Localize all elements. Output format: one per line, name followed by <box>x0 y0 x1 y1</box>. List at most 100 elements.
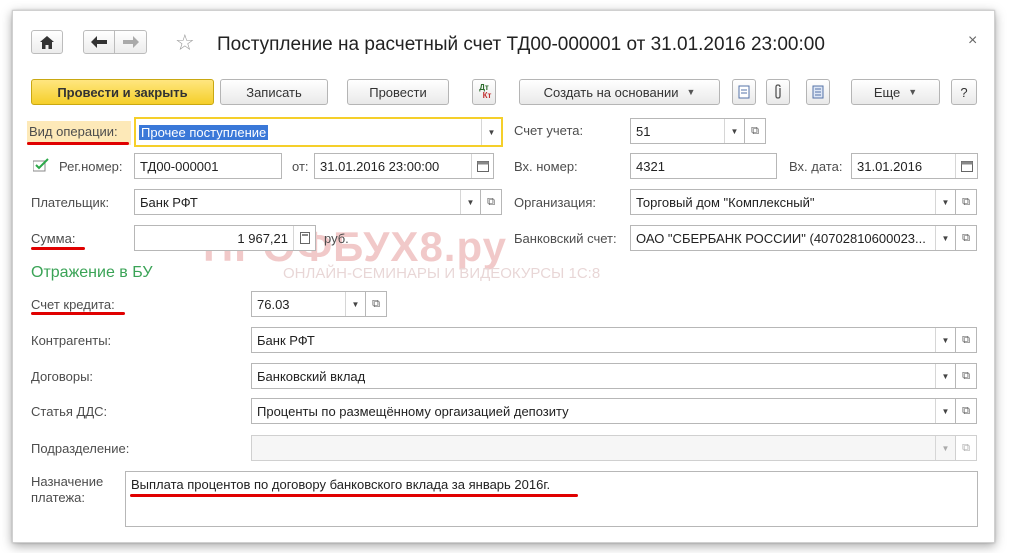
credit-account-open-button[interactable]: ⧉ <box>365 291 387 317</box>
dt-kt-button[interactable]: Дт Кт <box>472 79 496 105</box>
account-open-button[interactable]: ⧉ <box>744 118 766 144</box>
create-based-on-label: Создать на основании <box>543 84 679 100</box>
amount-label: Сумма: <box>31 231 76 246</box>
post-and-close-button[interactable]: Провести и закрыть <box>31 79 214 105</box>
contracts-value: Банковский вклад <box>257 368 366 384</box>
date-field[interactable]: 31.01.2016 23:00:00 <box>314 153 494 179</box>
counterparties-label: Контрагенты: <box>31 333 112 348</box>
bank-account-label: Банковский счет: <box>514 231 617 246</box>
arrow-right-icon <box>122 36 139 48</box>
organization-field[interactable]: Торговый дом "Комплексный" ▼ <box>630 189 956 215</box>
document-icon <box>738 85 750 99</box>
chevron-down-icon[interactable]: ▼ <box>460 190 480 214</box>
amount-field[interactable]: 1 967,21 <box>134 225 316 251</box>
home-icon <box>40 35 54 49</box>
operation-type-value: Прочее поступление <box>139 124 269 140</box>
chevron-down-icon: ▼ <box>908 87 918 97</box>
report-button[interactable] <box>806 79 830 105</box>
contracts-label: Договоры: <box>31 369 94 384</box>
organization-value: Торговый дом "Комплексный" <box>636 194 815 210</box>
payer-value: Банк РФТ <box>140 194 198 210</box>
in-number-field[interactable]: 4321 <box>630 153 777 179</box>
chevron-down-icon[interactable]: ▼ <box>345 292 365 316</box>
arrow-left-icon <box>91 36 107 48</box>
reg-number-value: ТД00-000001 <box>140 158 219 174</box>
calculator-icon[interactable] <box>293 226 315 250</box>
department-label: Подразделение: <box>31 441 130 456</box>
amount-value: 1 967,21 <box>237 230 288 246</box>
more-button[interactable]: Еще ▼ <box>851 79 940 105</box>
organization-label: Организация: <box>514 195 597 210</box>
counterparties-value: Банк РФТ <box>257 332 315 348</box>
in-number-label: Вх. номер: <box>514 159 578 174</box>
contracts-field[interactable]: Банковский вклад ▼ <box>251 363 956 389</box>
bank-account-field[interactable]: ОАО "СБЕРБАНК РОССИИ" (40702810600023...… <box>630 225 956 251</box>
reg-number-field[interactable]: ТД00-000001 <box>134 153 282 179</box>
purpose-label: Назначение платежа: <box>31 474 103 506</box>
calendar-icon[interactable] <box>955 154 977 178</box>
home-button[interactable] <box>31 30 63 54</box>
credit-account-label: Счет кредита: <box>31 297 115 312</box>
purpose-textarea[interactable]: Выплата процентов по договору банковског… <box>125 471 978 527</box>
chevron-down-icon[interactable]: ▼ <box>481 119 501 145</box>
operation-type-underline <box>27 142 129 145</box>
paperclip-icon <box>775 84 781 99</box>
amount-unit: руб. <box>324 231 349 246</box>
post-button[interactable]: Провести <box>347 79 449 105</box>
counterparties-field[interactable]: Банк РФТ ▼ <box>251 327 956 353</box>
save-button[interactable]: Записать <box>220 79 328 105</box>
favorite-star-icon[interactable]: ☆ <box>175 30 195 56</box>
create-based-on-button[interactable]: Создать на основании ▼ <box>519 79 720 105</box>
date-value: 31.01.2016 23:00:00 <box>320 158 440 174</box>
credit-account-field[interactable]: 76.03 ▼ <box>251 291 366 317</box>
list-icon <box>812 85 824 99</box>
payer-open-button[interactable]: ⧉ <box>480 189 502 215</box>
account-label: Счет учета: <box>514 123 584 138</box>
payer-label: Плательщик: <box>31 195 110 210</box>
close-icon[interactable]: × <box>968 32 977 50</box>
calendar-icon[interactable] <box>471 154 493 178</box>
counterparties-open-button[interactable]: ⧉ <box>955 327 977 353</box>
document-window: ☆ Поступление на расчетный счет ТД00-000… <box>12 10 995 543</box>
contracts-open-button[interactable]: ⧉ <box>955 363 977 389</box>
bank-account-open-button[interactable]: ⧉ <box>955 225 977 251</box>
in-date-field[interactable]: 31.01.2016 <box>851 153 978 179</box>
posted-checkmark-icon <box>32 158 49 175</box>
chevron-down-icon: ▼ <box>686 87 696 97</box>
chevron-down-icon[interactable]: ▼ <box>935 190 955 214</box>
purpose-label-line1: Назначение <box>31 474 104 489</box>
in-date-value: 31.01.2016 <box>857 158 923 174</box>
dds-item-value: Проценты по размещённому оргаизацией деп… <box>257 403 569 419</box>
bank-account-value: ОАО "СБЕРБАНК РОССИИ" (40702810600023... <box>636 230 926 246</box>
account-field[interactable]: 51 ▼ <box>630 118 745 144</box>
operation-type-select[interactable]: Прочее поступление ▼ <box>134 117 503 147</box>
payer-field[interactable]: Банк РФТ ▼ <box>134 189 481 215</box>
purpose-underline <box>130 494 578 497</box>
chevron-down-icon[interactable]: ▼ <box>935 364 955 388</box>
in-number-value: 4321 <box>636 158 665 174</box>
help-button[interactable]: ? <box>951 79 977 105</box>
chevron-down-icon[interactable]: ▼ <box>935 226 955 250</box>
account-value: 51 <box>636 123 651 139</box>
dds-item-field[interactable]: Проценты по размещённому оргаизацией деп… <box>251 398 956 424</box>
watermark-tagline: ОНЛАЙН-СЕМИНАРЫ И ВИДЕОКУРСЫ 1С:8 <box>283 265 601 282</box>
credit-account-value: 76.03 <box>257 296 290 312</box>
purpose-value: Выплата процентов по договору банковског… <box>131 477 551 492</box>
forward-button[interactable] <box>114 30 147 54</box>
chevron-down-icon[interactable]: ▼ <box>724 119 744 143</box>
print-button[interactable] <box>732 79 756 105</box>
amount-underline <box>31 247 85 250</box>
back-button[interactable] <box>83 30 115 54</box>
dds-item-open-button[interactable]: ⧉ <box>955 398 977 424</box>
chevron-down-icon[interactable]: ▼ <box>935 328 955 352</box>
purpose-label-line2: платежа: <box>31 490 85 505</box>
attach-button[interactable] <box>766 79 790 105</box>
dds-item-label: Статья ДДС: <box>31 404 108 419</box>
chevron-down-icon[interactable]: ▼ <box>935 399 955 423</box>
department-open-button[interactable]: ⧉ <box>955 435 977 461</box>
department-field[interactable]: ▼ <box>251 435 956 461</box>
reg-number-label: Рег.номер: <box>59 159 123 174</box>
chevron-down-icon[interactable]: ▼ <box>935 436 955 460</box>
organization-open-button[interactable]: ⧉ <box>955 189 977 215</box>
bu-section-title: Отражение в БУ <box>31 264 153 281</box>
